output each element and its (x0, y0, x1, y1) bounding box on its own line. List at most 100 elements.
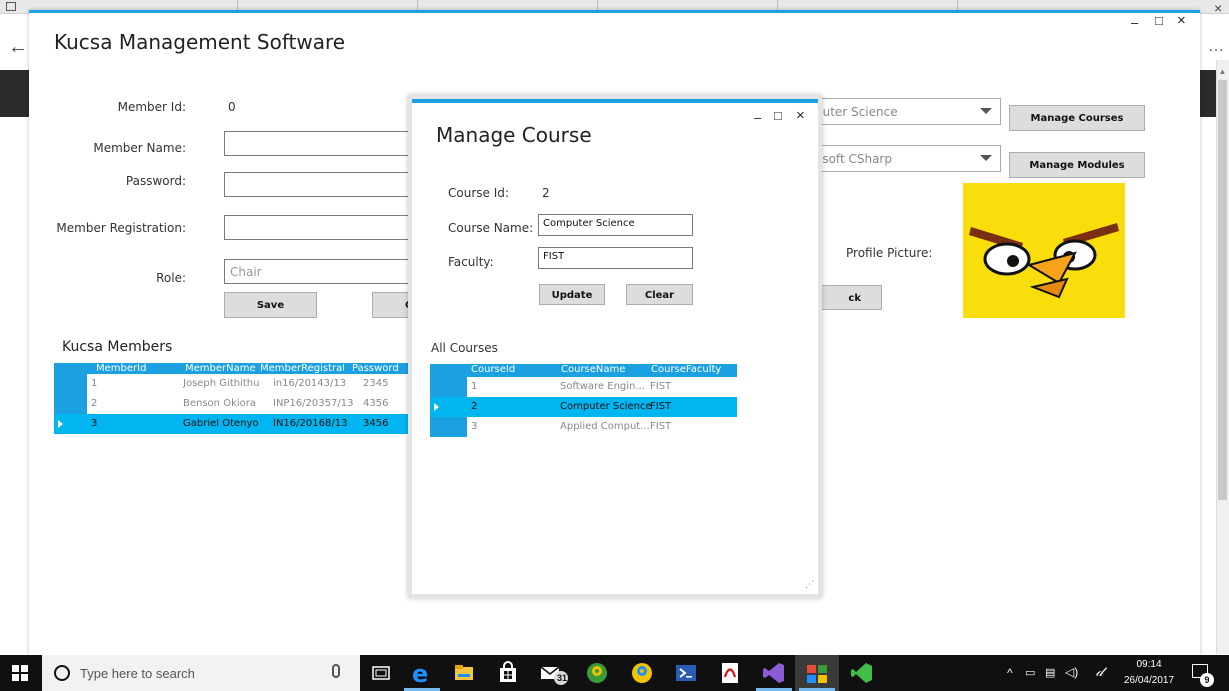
vs-code-icon[interactable] (850, 661, 874, 685)
row-header[interactable] (430, 417, 467, 437)
taskbar-search-box[interactable]: Type here to search (42, 655, 360, 691)
visual-studio-icon[interactable] (762, 661, 786, 685)
pdf-reader-icon[interactable] (718, 661, 742, 685)
maximize-button[interactable]: □ (1155, 14, 1163, 28)
registration-input[interactable] (224, 215, 412, 240)
column-header[interactable]: CourseFaculty (651, 364, 721, 376)
network-icon[interactable]: ▤ (1045, 667, 1055, 680)
clear-button[interactable]: Cl (372, 292, 412, 318)
file-explorer-icon[interactable] (452, 661, 476, 685)
row-header[interactable] (54, 414, 87, 434)
table-row[interactable]: 1 Joseph Githithu in16/20143/13 2345 (54, 374, 412, 394)
course-select-value: puter Science (815, 105, 898, 119)
row-header[interactable] (430, 397, 467, 417)
maps-alt-icon[interactable] (630, 661, 654, 685)
scroll-up-icon[interactable]: ▲ (1216, 66, 1229, 78)
profile-picture (963, 183, 1125, 318)
task-view-icon[interactable] (369, 661, 393, 685)
taskbar: Type here to search e 31 ^ ▭ ▤ ◁) 𝒹 09:1… (0, 655, 1229, 691)
faculty-input[interactable]: FIST (538, 247, 693, 269)
clock-date[interactable]: 26/04/2017 (1119, 674, 1179, 687)
dialog-title: Manage Course (436, 123, 592, 147)
cell-member-registration: IN16/20168/13 (273, 418, 348, 429)
course-select[interactable]: puter Science (806, 98, 1001, 125)
edge-browser-icon[interactable]: e (410, 660, 434, 688)
browser-close-icon[interactable]: × (1214, 0, 1222, 16)
cell-course-id: 3 (471, 421, 478, 432)
maps-pin-icon[interactable] (585, 661, 609, 685)
chevron-down-icon (980, 155, 992, 161)
cell-member-id: 3 (91, 418, 98, 429)
cell-course-name: Computer Science (560, 401, 652, 412)
more-icon[interactable]: … (1208, 38, 1224, 56)
powershell-icon[interactable] (674, 661, 698, 685)
cell-member-id: 2 (91, 398, 98, 409)
cell-course-faculty: FIST (650, 381, 672, 392)
cortana-icon (54, 665, 70, 681)
table-row[interactable]: 2 Benson Okiora INP16/20357/13 4356 (54, 394, 412, 414)
winforms-app-icon[interactable] (805, 661, 829, 685)
member-name-label: Member Name: (93, 141, 186, 155)
table-row-selected[interactable]: 3 Gabriel Otenyo IN16/20168/13 3456 (54, 414, 412, 434)
registration-label: Member Registration: (56, 221, 186, 235)
cell-course-name: Applied Comput... (560, 421, 650, 432)
resize-grip-icon[interactable]: ⋰ (805, 579, 814, 590)
chevron-down-icon (980, 108, 992, 114)
tab-preview-icon[interactable] (6, 2, 16, 11)
password-label: Password: (125, 174, 186, 188)
update-button[interactable]: Update (539, 284, 605, 305)
cell-member-name: Joseph Githithu (183, 378, 260, 389)
column-header[interactable]: CourseId (471, 364, 515, 376)
cell-password: 4356 (363, 398, 389, 409)
members-grid[interactable]: MemberId MemberName MemberRegistrati Pas… (54, 363, 412, 434)
member-name-input[interactable] (224, 131, 412, 156)
language-icon[interactable]: ▭ (1025, 667, 1035, 680)
column-header[interactable]: CourseName (561, 364, 625, 376)
dialog-close-button[interactable]: × (796, 108, 805, 123)
row-header[interactable] (430, 377, 467, 397)
cell-member-registration: in16/20143/13 (273, 378, 347, 389)
page-scrollbar-thumb[interactable] (1218, 80, 1227, 500)
clock-time[interactable]: 09:14 (1119, 658, 1179, 671)
cell-course-faculty: FIST (650, 401, 672, 412)
close-button[interactable]: × (1177, 13, 1186, 28)
notification-badge: 9 (1200, 673, 1214, 687)
pen-icon[interactable]: 𝒹 (1096, 664, 1103, 678)
member-id-value: 0 (228, 100, 236, 114)
module-select[interactable]: osoft CSharp (806, 145, 1001, 172)
table-row-selected[interactable]: 2 Computer Science FIST (430, 397, 737, 417)
search-placeholder: Type here to search (80, 666, 195, 681)
courses-grid[interactable]: CourseId CourseName CourseFaculty 1 Soft… (430, 364, 737, 437)
clear-course-button[interactable]: Clear (626, 284, 693, 305)
table-row[interactable]: 3 Applied Comput... FIST (430, 417, 737, 437)
app-title: Kucsa Management Software (54, 30, 346, 54)
row-header[interactable] (54, 394, 87, 414)
volume-icon[interactable]: ◁) (1065, 666, 1078, 679)
faculty-label: Faculty: (448, 255, 494, 269)
cell-member-name: Benson Okiora (183, 398, 256, 409)
cell-member-id: 1 (91, 378, 98, 389)
all-courses-label: All Courses (431, 341, 498, 355)
current-row-icon (58, 420, 63, 428)
dialog-maximize-button[interactable]: □ (774, 109, 782, 123)
members-title: Kucsa Members (62, 339, 173, 355)
password-input[interactable] (224, 172, 412, 197)
back-icon[interactable]: ← (8, 36, 28, 59)
save-button[interactable]: Save (224, 292, 317, 318)
course-name-input[interactable]: Computer Science (538, 214, 693, 236)
row-header[interactable] (54, 374, 87, 394)
manage-modules-button[interactable]: Manage Modules (1009, 152, 1145, 178)
course-name-label: Course Name: (448, 221, 534, 235)
microphone-icon[interactable] (332, 664, 340, 678)
windows-start-icon[interactable] (12, 665, 28, 681)
cell-member-registration: INP16/20357/13 (273, 398, 354, 409)
dialog-minimize-button[interactable]: – (754, 111, 761, 125)
role-input[interactable]: Chair (224, 259, 412, 284)
courses-grid-header: CourseId CourseName CourseFaculty (430, 364, 737, 376)
minimize-button[interactable]: – (1131, 16, 1138, 30)
course-id-label: Course Id: (448, 186, 509, 200)
store-icon[interactable] (496, 661, 520, 685)
chevron-up-icon[interactable]: ^ (1007, 667, 1013, 680)
manage-courses-button[interactable]: Manage Courses (1009, 105, 1145, 131)
table-row[interactable]: 1 Software Engin... FIST (430, 377, 737, 397)
